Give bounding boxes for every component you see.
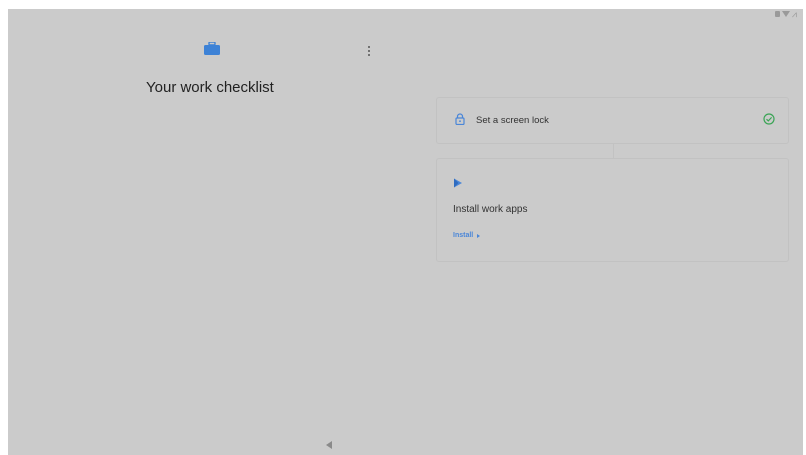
install-button[interactable]: Install <box>453 232 481 239</box>
page-title: Your work checklist <box>146 79 274 96</box>
lock-icon <box>455 113 465 125</box>
install-button-label: Install <box>453 232 474 239</box>
signal-icon: ⩘ <box>791 9 797 19</box>
status-bar: ⩘ <box>774 9 797 19</box>
overflow-menu-icon[interactable] <box>363 43 375 59</box>
checklist-item-label: Set a screen lock <box>476 115 549 126</box>
checklist-item-work-apps: Install work apps Install <box>436 158 789 262</box>
card-divider <box>613 144 614 158</box>
back-icon[interactable] <box>326 441 332 449</box>
checklist-item-label: Install work apps <box>453 204 528 215</box>
play-store-icon <box>454 178 462 188</box>
device-screen: ⩘ Your work checklist Set a screen lock … <box>8 9 803 455</box>
briefcase-icon <box>204 42 220 55</box>
checklist-item-screen-lock[interactable]: Set a screen lock <box>436 97 789 144</box>
battery-icon <box>774 11 780 17</box>
wifi-icon <box>781 11 790 17</box>
chevron-right-icon <box>477 233 481 238</box>
check-circle-icon <box>763 113 775 125</box>
